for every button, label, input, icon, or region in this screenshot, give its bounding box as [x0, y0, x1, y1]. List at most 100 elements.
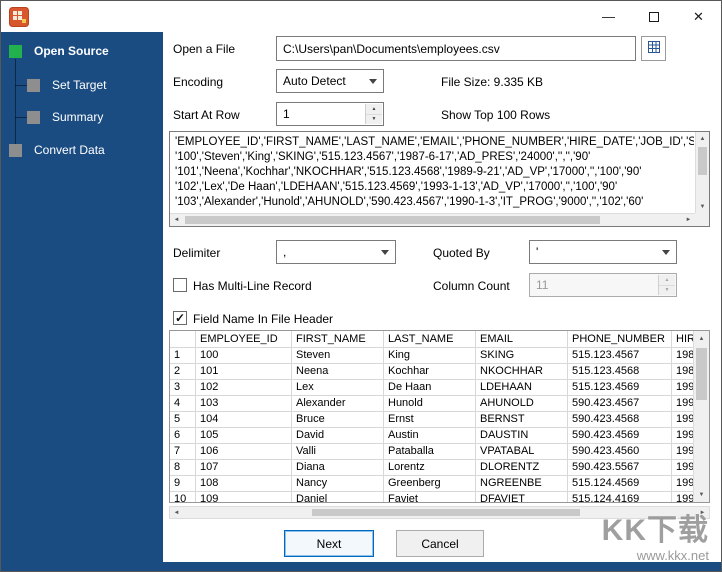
open-file-label: Open a File	[173, 42, 236, 56]
column-header[interactable]: HIRE_DATE	[672, 331, 695, 348]
multi-line-record-label: Has Multi-Line Record	[193, 279, 312, 293]
scroll-up-icon[interactable]: ▲	[694, 331, 709, 346]
step-label: Convert Data	[34, 143, 105, 157]
browse-file-button[interactable]	[641, 36, 666, 61]
cell: 515.123.4567	[568, 348, 672, 364]
cell: 109	[196, 492, 292, 502]
cell: NKOCHHAR	[476, 364, 568, 380]
table-row[interactable]: 2101NeenaKochharNKOCHHAR515.123.45681989	[170, 364, 695, 380]
column-header[interactable]: PHONE_NUMBER	[568, 331, 672, 348]
table-row[interactable]: 10109DanielFavietDFAVIET515.124.41691994	[170, 492, 695, 502]
sidebar-step-convert-data[interactable]: Convert Data	[9, 144, 105, 157]
cell: King	[384, 348, 476, 364]
sidebar-step-summary[interactable]: Summary	[27, 111, 103, 124]
row-number: 8	[170, 460, 196, 476]
table-row[interactable]: 9 108 Nancy Greenberg NGREENBE 515.124.4569 19…	[170, 476, 695, 492]
next-button[interactable]: Next	[284, 530, 374, 557]
minimize-button[interactable]: —	[586, 1, 631, 32]
cell: Greenberg	[384, 476, 476, 492]
row-number: 3	[170, 380, 196, 396]
csv-raw-preview[interactable]: 'EMPLOYEE_ID','FIRST_NAME','LAST_NAME','…	[169, 131, 710, 227]
browse-file-icon	[646, 39, 662, 58]
scroll-up-icon[interactable]: ▲	[696, 132, 709, 145]
spin-down-icon[interactable]: ▼	[366, 114, 382, 124]
cell: 590.423.4568	[568, 412, 672, 428]
scrollbar-corner	[695, 213, 709, 226]
cell: 515.124.4169	[568, 492, 672, 502]
sidebar-step-open-source[interactable]: Open Source	[9, 45, 109, 58]
row-number: 9	[170, 476, 196, 492]
cell: Diana	[292, 460, 384, 476]
column-count-stepper: 11 ▲ ▼	[529, 273, 677, 297]
encoding-select[interactable]: Auto Detect	[276, 69, 384, 93]
chevron-down-icon	[376, 242, 394, 262]
cell: 105	[196, 428, 292, 444]
preview-vertical-scrollbar[interactable]: ▲ ▼	[695, 132, 709, 213]
step-connector-line	[15, 59, 16, 144]
cell: Nancy	[292, 476, 384, 492]
column-header[interactable]: EMAIL	[476, 331, 568, 348]
cell: Daniel	[292, 492, 384, 502]
bottom-strip	[1, 562, 721, 571]
grid-horizontal-scrollbar[interactable]: ◄ ►	[169, 506, 710, 519]
scroll-left-icon[interactable]: ◄	[170, 507, 183, 518]
chevron-down-icon	[364, 71, 382, 91]
scrollbar-thumb[interactable]	[185, 216, 600, 224]
start-at-row-stepper[interactable]: 1 ▲ ▼	[276, 102, 384, 126]
check-icon: ✓	[174, 311, 186, 325]
table-row[interactable]: 4 103 Alexander Hunold AHUNOLD 590.423.4567 19…	[170, 396, 695, 412]
step-label: Set Target	[52, 78, 107, 92]
field-name-header-checkbox[interactable]: ✓	[173, 311, 187, 325]
row-number: 4	[170, 396, 196, 412]
sidebar-step-set-target[interactable]: Set Target	[27, 79, 106, 92]
table-row[interactable]: 7 106 Valli Pataballa VPATABAL 590.423.4560 19…	[170, 444, 695, 460]
cell: Valli	[292, 444, 384, 460]
table-row[interactable]: 3102LexDe HaanLDEHAAN515.123.45691993	[170, 380, 695, 396]
chevron-down-icon	[657, 242, 675, 262]
cell: 1999	[672, 460, 695, 476]
step-inactive-square-icon	[9, 144, 22, 157]
cell: 515.123.4568	[568, 364, 672, 380]
wizard-sidebar: Open Source Set Target Summary Convert D…	[1, 32, 163, 571]
table-row[interactable]: 6105DavidAustinDAUSTIN590.423.45691997	[170, 428, 695, 444]
delimiter-label: Delimiter	[173, 246, 221, 260]
preview-horizontal-scrollbar[interactable]: ◄ ►	[170, 213, 695, 226]
titlebar[interactable]: — ✕	[1, 1, 721, 32]
scrollbar-thumb[interactable]	[696, 348, 707, 400]
cell: Alexander	[292, 396, 384, 412]
column-header[interactable]: LAST_NAME	[384, 331, 476, 348]
app-icon	[9, 6, 29, 27]
quoted-by-select[interactable]: '	[529, 240, 677, 264]
scroll-left-icon[interactable]: ◄	[170, 214, 183, 226]
delimiter-select[interactable]: ,	[276, 240, 396, 264]
app-window: — ✕ Open Source Set Target Summary Conve…	[0, 0, 722, 572]
spin-up-icon: ▲	[659, 275, 675, 286]
table-row[interactable]: 8107DianaLorentzDLORENTZ590.423.55671999	[170, 460, 695, 476]
scrollbar-track[interactable]	[183, 507, 696, 518]
scrollbar-thumb[interactable]	[698, 147, 707, 175]
cell: 590.423.5567	[568, 460, 672, 476]
close-button[interactable]: ✕	[676, 1, 721, 32]
scrollbar-track[interactable]	[183, 214, 682, 226]
scroll-right-icon[interactable]: ►	[682, 214, 695, 226]
file-path-input[interactable]	[276, 36, 636, 61]
column-header[interactable]: FIRST_NAME	[292, 331, 384, 348]
grid-body: 1100StevenKingSKING515.123.456719872101N…	[170, 348, 695, 502]
scrollbar-thumb[interactable]	[312, 509, 580, 516]
column-header[interactable]: EMPLOYEE_ID	[196, 331, 292, 348]
cell: 103	[196, 396, 292, 412]
step-connector-line	[15, 85, 27, 86]
spin-up-icon[interactable]: ▲	[366, 104, 382, 115]
scroll-down-icon[interactable]: ▼	[696, 200, 709, 213]
scroll-down-icon[interactable]: ▼	[694, 487, 709, 502]
table-row[interactable]: 5104BruceErnstBERNST590.423.45681991	[170, 412, 695, 428]
grid-vertical-scrollbar[interactable]: ▲ ▼	[693, 331, 709, 502]
main-panel: Open a File Encoding Auto Detect File Si…	[163, 32, 721, 562]
cell: De Haan	[384, 380, 476, 396]
maximize-button[interactable]	[631, 1, 676, 32]
cancel-button[interactable]: Cancel	[396, 530, 484, 557]
scroll-right-icon[interactable]: ►	[696, 507, 709, 518]
multi-line-record-checkbox[interactable]	[173, 278, 187, 292]
table-row[interactable]: 1100StevenKingSKING515.123.45671987	[170, 348, 695, 364]
step-connector-line	[15, 117, 27, 118]
